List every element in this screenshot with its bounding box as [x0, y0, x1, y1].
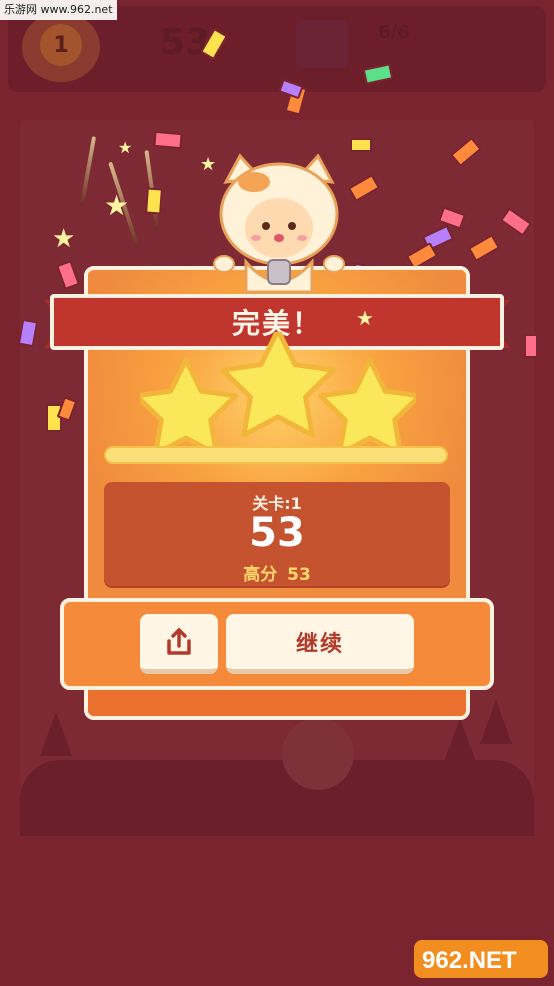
continue-button[interactable]: 继续 — [226, 614, 414, 674]
background-mascot — [282, 718, 354, 790]
background-score: 53 — [160, 22, 211, 63]
svg-text:962.NET: 962.NET — [422, 947, 517, 974]
confetti-piece — [153, 130, 183, 150]
continue-label: 继续 — [295, 631, 344, 657]
score-value: 53 — [249, 510, 305, 556]
background-ground — [20, 760, 534, 836]
cat-mascot — [213, 153, 345, 294]
rating-stars — [140, 332, 416, 457]
confetti-piece — [524, 334, 538, 358]
confetti-piece — [145, 187, 163, 215]
sparkle-star-icon: ★ — [52, 224, 76, 254]
best-score-value: 53 — [287, 565, 311, 585]
rating-star-icon — [140, 357, 238, 457]
watermark-top: 乐游网 www.962.net — [0, 0, 117, 20]
background-box-icon — [296, 20, 348, 68]
background-level-value: 1 — [40, 24, 82, 66]
tree-icon — [444, 718, 476, 762]
progress-bar — [104, 446, 448, 464]
sparkle-star-icon: ★ — [118, 138, 133, 157]
tree-icon — [480, 700, 512, 744]
best-score-line: 高分 53 — [104, 560, 450, 585]
background-moves-counter: 6/6 — [378, 22, 410, 43]
confetti-piece — [350, 138, 372, 152]
rating-star-icon — [318, 357, 416, 457]
share-button[interactable] — [140, 614, 218, 674]
rating-star-icon — [220, 332, 336, 438]
best-score-label: 高分 — [243, 565, 278, 585]
tree-icon — [40, 712, 72, 756]
watermark-logo: 962.NET — [414, 940, 548, 978]
sparkle-star-icon: ★ — [104, 189, 130, 222]
sparkle-star-icon: ★ — [356, 306, 374, 330]
share-icon — [167, 627, 191, 655]
